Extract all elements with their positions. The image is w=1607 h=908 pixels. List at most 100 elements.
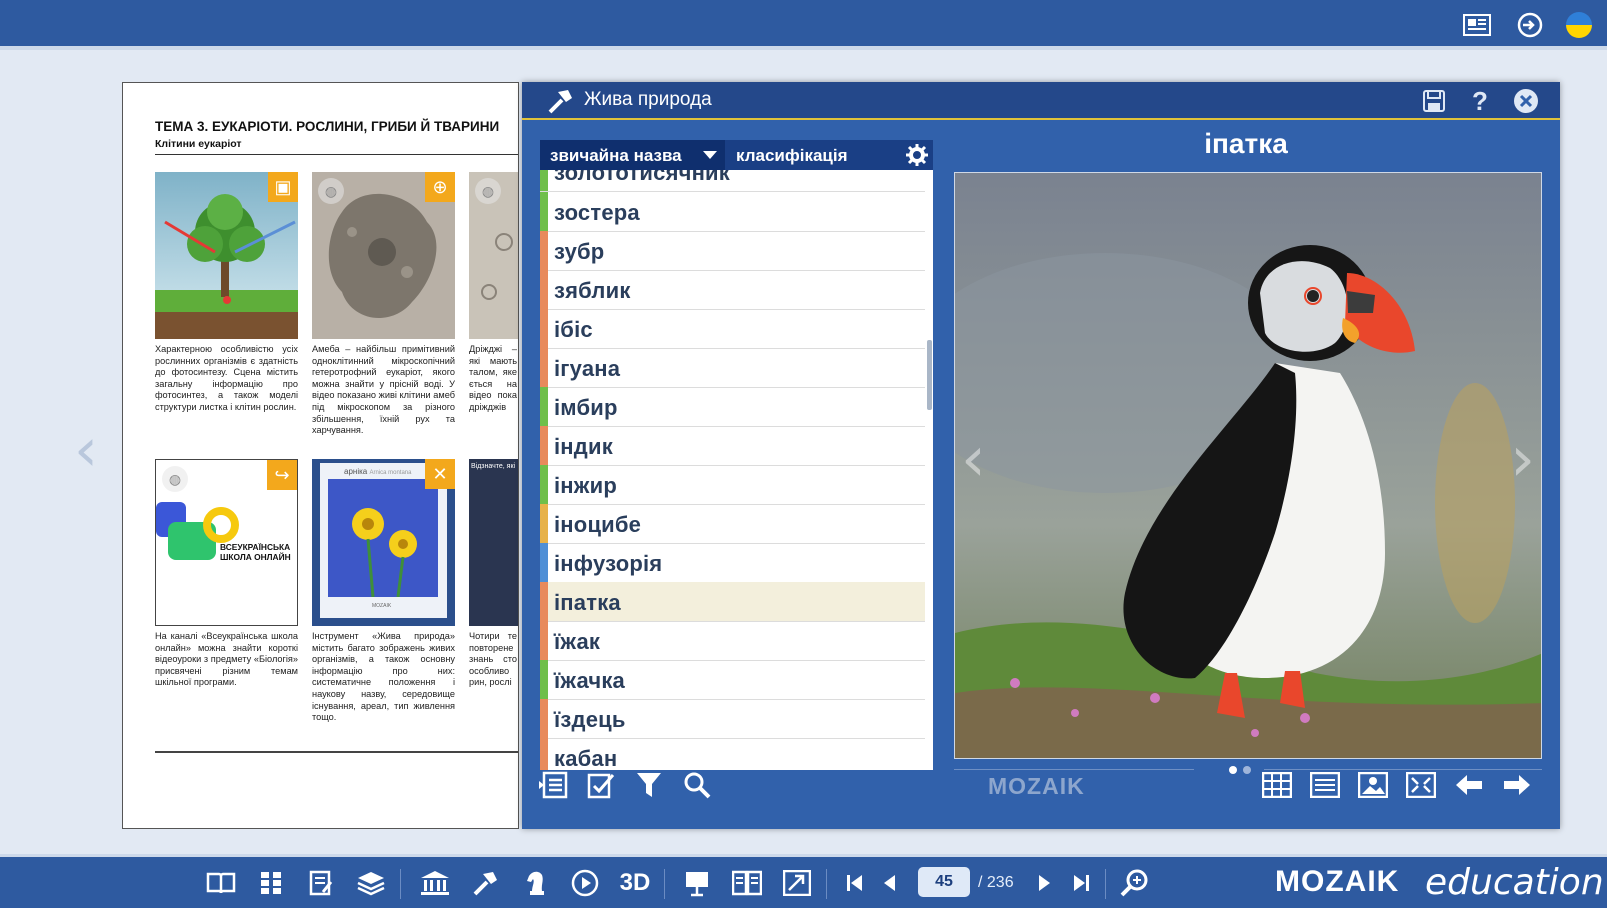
list-item[interactable]: зяблик — [540, 270, 925, 310]
amoeba-thumbnail[interactable]: ◍ ⊕ — [312, 172, 455, 339]
help-icon[interactable]: ? — [1466, 86, 1494, 116]
list-tabs: звичайна назва класифікація — [540, 140, 933, 170]
list-item-selected[interactable]: іпатка — [540, 582, 925, 622]
list-item[interactable]: ігуана — [540, 348, 925, 388]
last-page-icon[interactable] — [1064, 867, 1098, 899]
school-online-thumbnail[interactable]: ВСЕУКРАЇНСЬКА ШКОЛА ОНЛАЙН ◍ ↪ — [155, 459, 298, 626]
quiz-thumbnail[interactable]: Відзначте, які — [469, 459, 518, 626]
list-item[interactable]: зостера — [540, 192, 925, 232]
category-color-bar — [540, 231, 548, 270]
tab-classification[interactable]: класифікація — [730, 140, 900, 170]
pager-dot-active[interactable] — [1229, 766, 1237, 774]
layers-icon[interactable] — [354, 867, 388, 899]
list-item[interactable]: іноцибе — [540, 504, 925, 544]
list-item[interactable]: їздець — [540, 699, 925, 739]
species-photo[interactable]: ‹ › — [954, 172, 1542, 759]
list-item-label: зяблик — [554, 278, 631, 303]
list-item[interactable]: золототисячник — [540, 170, 925, 192]
play-icon[interactable] — [568, 867, 602, 899]
checklist-icon[interactable] — [584, 768, 618, 802]
list-item-label: імбир — [554, 395, 618, 420]
next-page-icon[interactable] — [1028, 867, 1062, 899]
list-scrollbar[interactable] — [927, 340, 932, 410]
newspaper-icon[interactable] — [1462, 11, 1492, 39]
museum-icon[interactable] — [418, 867, 452, 899]
list-item[interactable]: кабан — [540, 738, 925, 770]
presentation-icon[interactable] — [680, 867, 714, 899]
arnica-label: арніка Arnica montana — [344, 467, 412, 476]
close-icon[interactable] — [1512, 87, 1540, 115]
list-item[interactable]: інжир — [540, 465, 925, 505]
page-number-input[interactable]: 45 — [918, 867, 970, 897]
image-view-icon[interactable] — [1356, 768, 1390, 802]
arrow-left-icon[interactable] — [1452, 768, 1486, 802]
list-item[interactable]: їжак — [540, 621, 925, 661]
3d-icon[interactable]: 3D — [618, 867, 652, 899]
photosynthesis-thumbnail[interactable]: ▣ — [155, 172, 298, 339]
caption-quiz: Чотири те повторене знань сто особливо р… — [469, 631, 517, 688]
filter-icon[interactable] — [632, 768, 666, 802]
globe-icon: ◍ — [162, 466, 188, 492]
category-color-bar — [540, 582, 548, 621]
window-header: Жива природа ? — [522, 82, 1560, 120]
list-item[interactable]: інфузорія — [540, 543, 925, 583]
living-nature-window: Жива природа ? звичайна назва класифікац… — [522, 82, 1560, 829]
window-title: Жива природа — [584, 89, 712, 110]
total-pages: / 236 — [978, 874, 1014, 891]
list-view-icon[interactable] — [536, 768, 570, 802]
thumbnails-icon[interactable] — [254, 867, 288, 899]
separator — [664, 869, 665, 899]
chevron-down-icon — [703, 151, 717, 159]
two-page-icon[interactable] — [730, 867, 764, 899]
search-icon[interactable] — [680, 768, 714, 802]
arnica-thumbnail[interactable]: арніка Arnica montana MOZAIK ✕ — [312, 459, 455, 626]
globe-icon: ◍ — [475, 178, 501, 204]
category-color-bar — [540, 426, 548, 465]
category-color-bar — [540, 465, 548, 504]
list-item[interactable]: зубр — [540, 231, 925, 271]
caption-yeast: Дріжджі – якi мають талом, яке ється на … — [469, 344, 517, 414]
category-color-bar — [540, 504, 548, 543]
list-item-label: інфузорія — [554, 551, 663, 576]
grid-view-icon[interactable] — [1260, 768, 1294, 802]
list-item[interactable]: ібіс — [540, 309, 925, 349]
zoom-search-icon[interactable] — [1118, 867, 1152, 899]
tab-common-name[interactable]: звичайна назва — [540, 140, 725, 170]
fullscreen-icon[interactable] — [1404, 768, 1438, 802]
category-color-bar — [540, 192, 548, 231]
first-page-icon[interactable] — [838, 867, 872, 899]
globe-icon: ◍ — [318, 178, 344, 204]
photo-previous-icon[interactable]: ‹ — [961, 428, 986, 490]
pager-dot[interactable] — [1243, 766, 1251, 774]
previous-page-icon[interactable]: ‹ — [74, 420, 98, 480]
yeast-thumbnail[interactable]: ◍ — [469, 172, 518, 339]
gear-icon[interactable] — [904, 142, 930, 168]
list-item[interactable]: імбир — [540, 387, 925, 427]
tools-icon[interactable] — [468, 867, 502, 899]
caption-living-nature: Інструмент «Жива природа» містить багато… — [312, 631, 455, 723]
page-title: ТЕМА 3. ЕУКАРІОТИ. РОСЛИНИ, ГРИБИ Й ТВАР… — [155, 119, 500, 134]
top-bar — [0, 0, 1607, 50]
arrow-right-icon[interactable] — [1500, 768, 1534, 802]
chess-piece-icon[interactable] — [518, 867, 552, 899]
details-view-icon[interactable] — [1308, 768, 1342, 802]
list-item[interactable]: індик — [540, 426, 925, 466]
list-item-label: золототисячник — [554, 170, 730, 185]
book-icon[interactable] — [204, 867, 238, 899]
category-color-bar — [540, 738, 548, 770]
tool-icon: ✕ — [425, 459, 455, 489]
category-color-bar — [540, 621, 548, 660]
category-color-bar — [540, 660, 548, 699]
language-flag-icon[interactable] — [1564, 11, 1594, 39]
photo-next-icon[interactable]: › — [1510, 428, 1535, 490]
category-color-bar — [540, 170, 548, 191]
list-item[interactable]: їжачка — [540, 660, 925, 700]
notes-icon[interactable] — [304, 867, 338, 899]
previous-page-icon[interactable] — [872, 867, 906, 899]
separator — [826, 869, 827, 899]
category-color-bar — [540, 543, 548, 582]
species-list[interactable]: золототисячник зостера зубр зяблик ібіс … — [540, 170, 933, 770]
login-icon[interactable] — [1515, 11, 1545, 39]
save-icon[interactable] — [1420, 87, 1448, 115]
resize-icon[interactable] — [780, 867, 814, 899]
